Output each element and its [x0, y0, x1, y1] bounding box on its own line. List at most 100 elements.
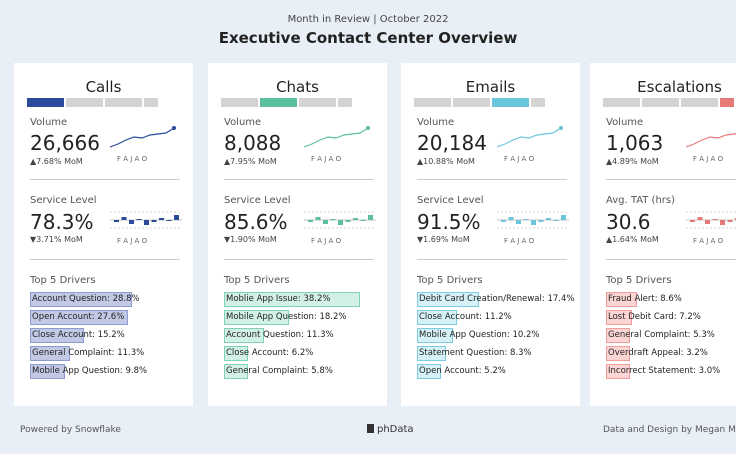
- section-divider: [606, 179, 736, 180]
- card-emails: Emails Volume 20,184 ▲10.88% MoM F A J A O Se…: [401, 63, 580, 406]
- service-level-value: 78.3%: [30, 210, 94, 234]
- channel-indicator-segment: [260, 98, 297, 107]
- driver-label: Close Account: 6.2%: [226, 348, 314, 358]
- driver-label: Close Account: 11.2%: [419, 312, 512, 322]
- service-level-value: 85.6%: [224, 210, 288, 234]
- phdata-logo-icon: [367, 424, 374, 433]
- service-level-bar: [531, 220, 536, 225]
- service-level-bar: [697, 217, 703, 220]
- volume-value: 1,063: [606, 131, 664, 155]
- service-level-bar: [523, 219, 529, 220]
- service-level-bar: [136, 219, 142, 220]
- section-divider: [417, 179, 567, 180]
- service-level-label: Avg. TAT (hrs): [606, 195, 676, 206]
- service-level-bar: [315, 217, 321, 220]
- report-subtitle: Month in Review | October 2022: [287, 14, 449, 25]
- top-drivers-label: Top 5 Drivers: [606, 275, 672, 286]
- service-level-bar: [166, 220, 172, 221]
- sparkline-end-point: [559, 126, 563, 130]
- service-level-bar: [368, 215, 373, 220]
- service-level-label: Service Level: [30, 195, 97, 206]
- channel-indicator-segment: [338, 98, 352, 107]
- service-level-bar: [516, 220, 521, 224]
- service-level-bar: [174, 215, 179, 220]
- driver-label: Close Account: 15.2%: [32, 330, 125, 340]
- service-level-label: Service Level: [417, 195, 484, 206]
- channel-indicator-segment: [221, 98, 258, 107]
- month-labels: F A J A O: [504, 155, 535, 163]
- channel-indicator-segment: [414, 98, 451, 107]
- channel-indicator-segment: [603, 98, 640, 107]
- channel-indicator-segment: [642, 98, 679, 107]
- channel-indicator-segment: [681, 98, 718, 107]
- volume-mom: ▲10.88% MoM: [417, 157, 475, 166]
- top-drivers-label: Top 5 Drivers: [224, 275, 290, 286]
- volume-value: 8,088: [224, 131, 282, 155]
- card-title: Escalations: [637, 78, 722, 96]
- driver-label: Account Question: 28.8%: [32, 294, 140, 304]
- service-level-mom: ▼3.71% MoM: [30, 235, 83, 244]
- driver-label: General Complaint: 11.3%: [32, 348, 145, 358]
- card-title: Emails: [465, 78, 516, 96]
- month-labels: F A J A O: [117, 155, 148, 163]
- section-divider: [417, 259, 567, 260]
- service-level-bar: [727, 220, 733, 222]
- service-level-bar: [121, 217, 127, 220]
- service-level-bar: [546, 218, 551, 220]
- service-level-bar: [330, 219, 336, 220]
- service-level-bar: [345, 220, 351, 222]
- volume-value: 26,666: [30, 131, 100, 155]
- section-divider: [606, 259, 736, 260]
- month-labels: F A J A O: [311, 155, 342, 163]
- volume-value: 20,184: [417, 131, 487, 155]
- top-drivers-label: Top 5 Drivers: [417, 275, 483, 286]
- service-level-bar: [508, 217, 514, 220]
- volume-sparkline: [110, 126, 176, 148]
- volume-mom: ▲7.95% MoM: [224, 157, 277, 166]
- section-divider: [224, 179, 374, 180]
- section-divider: [30, 259, 180, 260]
- service-level-mom: ▼1.90% MoM: [224, 235, 277, 244]
- service-level-bar: [323, 220, 328, 224]
- powered-by-text: Powered by Snowflake: [20, 425, 121, 435]
- driver-label: Account Question: 11.3%: [226, 330, 334, 340]
- volume-sparkline: [304, 126, 370, 148]
- service-level-mom: ▲1.64% MoM: [606, 235, 659, 244]
- card-calls: Calls Volume 26,666 ▲7.68% MoM F A J A O Serv…: [14, 63, 193, 406]
- volume-sparkline: [497, 126, 563, 148]
- driver-label: Fraud Alert: 8.6%: [608, 294, 682, 304]
- driver-label: Moblie App Issue: 38.2%: [226, 294, 331, 304]
- driver-label: Debit Card Creation/Renewal: 17.4%: [419, 294, 575, 304]
- service-level-bar: [538, 220, 544, 222]
- driver-label: Open Account: 27.6%: [32, 312, 125, 322]
- service-level-bar: [501, 220, 506, 222]
- month-labels: F A J A O: [311, 237, 342, 245]
- service-level-bar: [114, 220, 119, 222]
- channel-indicator-segment: [492, 98, 529, 107]
- service-level-bar: [338, 220, 343, 225]
- service-level-bars: [686, 211, 736, 229]
- month-labels: F A J A O: [693, 237, 724, 245]
- service-level-mom: ▼1.69% MoM: [417, 235, 470, 244]
- card-title: Chats: [276, 78, 319, 96]
- service-level-label: Service Level: [224, 195, 291, 206]
- channel-indicator-segment: [720, 98, 734, 107]
- service-level-bar: [151, 220, 157, 222]
- channel-indicator-segment: [27, 98, 64, 107]
- phdata-logo-text: phData: [377, 424, 414, 435]
- report-title: Executive Contact Center Overview: [218, 29, 518, 47]
- volume-label: Volume: [417, 117, 455, 128]
- credits-text: Data and Design by Megan M: [603, 425, 736, 435]
- service-level-bar: [144, 220, 149, 225]
- driver-label: General Complaint: 5.8%: [226, 366, 333, 376]
- section-divider: [224, 259, 374, 260]
- service-level-bar: [159, 218, 164, 220]
- volume-label: Volume: [224, 117, 262, 128]
- driver-label: General Complaint: 5.3%: [608, 330, 715, 340]
- driver-label: Overdraft Appeal: 3.2%: [608, 348, 708, 358]
- channel-indicator-segment: [105, 98, 142, 107]
- channel-indicator-segment: [531, 98, 545, 107]
- service-level-bars: [497, 211, 569, 229]
- service-level-bar: [353, 218, 358, 220]
- service-level-bars: [304, 211, 376, 229]
